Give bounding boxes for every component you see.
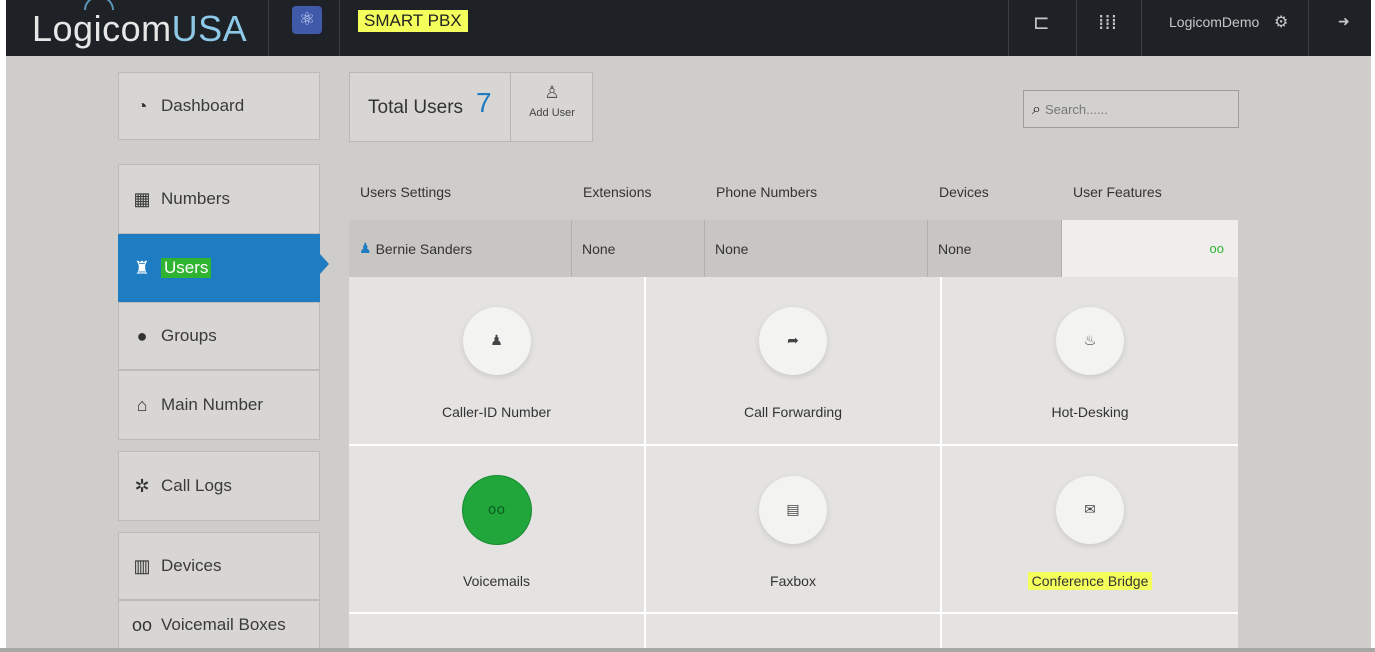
- sidebar-item-dashboard[interactable]: ◔ Dashboard: [118, 72, 320, 140]
- add-user-label: Add User: [529, 107, 575, 119]
- bottom-strip: [0, 648, 1375, 652]
- divider: [1141, 0, 1142, 56]
- total-users-count: 7: [476, 87, 492, 118]
- divider: [339, 0, 340, 56]
- user-features-cell[interactable]: oo: [1062, 220, 1238, 277]
- sidebar-item-numbers[interactable]: ▦ Numbers: [118, 164, 320, 234]
- feature-label: Hot-Desking: [1051, 404, 1129, 420]
- home-icon: ⌂: [136, 394, 148, 415]
- user-name-cell[interactable]: ♟ Bernie Sanders: [349, 220, 572, 277]
- feature-tile-voicemails[interactable]: oo Voicemails: [349, 446, 644, 612]
- feature-tile-conference-bridge[interactable]: ✉ Conference Bridge: [942, 446, 1238, 612]
- app-title: SMART PBX: [358, 10, 468, 32]
- column-header-extensions: Extensions: [583, 184, 652, 200]
- add-user-button[interactable]: ♙ Add User: [510, 73, 593, 141]
- atom-icon[interactable]: ⚛: [292, 6, 322, 34]
- share-arrow-icon: ➦: [759, 307, 827, 375]
- column-header-devices: Devices: [939, 184, 989, 200]
- main-area: ◔ Dashboard ▦ Numbers ♜ Users ● Groups ⌂…: [6, 56, 1371, 650]
- fire-icon: ♨: [1056, 307, 1124, 375]
- table-row[interactable]: ♟ Bernie Sanders None None None oo: [349, 220, 1238, 277]
- groups-icon: ●: [136, 325, 148, 346]
- voicemail-icon: oo: [462, 476, 531, 544]
- chat-icon: ✉: [1056, 476, 1124, 544]
- voicemail-icon: oo: [131, 614, 153, 635]
- divider: [1076, 0, 1077, 56]
- column-header-user-features: User Features: [1073, 184, 1162, 200]
- feature-label-highlight: Conference Bridge: [1027, 572, 1153, 590]
- sidebar-item-label: Devices: [161, 556, 222, 575]
- feature-label: Voicemails: [463, 573, 530, 589]
- sidebar-item-label: Voicemail Boxes: [161, 615, 286, 634]
- logout-icon[interactable]: ➜: [1338, 14, 1350, 30]
- search-icon: ⌕: [1032, 99, 1041, 118]
- grid-icon: ▦: [133, 188, 151, 209]
- feature-label: Call Forwarding: [743, 404, 843, 420]
- sidebar-item-label: Dashboard: [161, 96, 245, 115]
- logo-main-text: Logicom: [32, 8, 172, 49]
- feature-grid: ♟ Caller-ID Number ➦ Call Forwarding ♨ H…: [349, 277, 1238, 650]
- divider: [1308, 0, 1309, 56]
- sidebar-item-label: Main Number: [161, 395, 264, 414]
- divider: [1008, 0, 1009, 56]
- feature-tile-call-forwarding[interactable]: ➦ Call Forwarding: [646, 277, 940, 444]
- user-icon: ♟: [359, 240, 372, 256]
- sidebar-item-label: Groups: [161, 326, 217, 345]
- column-header-phone-numbers: Phone Numbers: [716, 184, 818, 200]
- sidebar-item-devices[interactable]: ▥ Devices: [118, 532, 320, 600]
- dashboard-icon: ◔: [136, 95, 148, 116]
- sidebar-item-label: Numbers: [161, 189, 230, 208]
- feature-tile-partial[interactable]: [942, 614, 1238, 650]
- divider: [268, 0, 269, 56]
- phone-numbers-cell[interactable]: None: [705, 220, 928, 277]
- user-name: Bernie Sanders: [375, 240, 473, 257]
- search-box[interactable]: ⌕: [1023, 90, 1239, 128]
- devices-icon: ▥: [133, 555, 151, 576]
- apps-grid-icon[interactable]: ⁞⁞⁞: [1098, 10, 1117, 34]
- column-header-users-settings: Users Settings: [360, 184, 452, 200]
- fax-icon: ▤: [759, 476, 827, 544]
- sidebar-item-users[interactable]: ♜ Users: [118, 234, 320, 302]
- voicemail-icon: oo: [1209, 241, 1224, 256]
- feature-tile-hot-desking[interactable]: ♨ Hot-Desking: [942, 277, 1238, 444]
- sidebar-item-groups[interactable]: ● Groups: [118, 302, 320, 370]
- sidebar-item-label: Call Logs: [161, 476, 232, 495]
- active-arrow: [320, 254, 329, 274]
- feature-tile-partial[interactable]: [646, 614, 940, 650]
- total-users-panel: Total Users 7 ♙ Add User: [349, 72, 593, 142]
- call-logs-icon: ✲: [134, 475, 150, 496]
- feature-label: Conference Bridge: [942, 572, 1238, 590]
- search-input[interactable]: [1044, 101, 1225, 117]
- top-bar: LogicomUSA ⚛ SMART PBX ⊏ ⁞⁞⁞ LogicomDemo…: [6, 0, 1371, 56]
- sidebar-item-voicemail-boxes[interactable]: oo Voicemail Boxes: [118, 600, 320, 650]
- user-icon: ♟: [462, 307, 531, 375]
- feature-tile-faxbox[interactable]: ▤ Faxbox: [646, 446, 940, 612]
- username[interactable]: LogicomDemo: [1169, 14, 1259, 30]
- sidebar-item-main-number[interactable]: ⌂ Main Number: [118, 370, 320, 440]
- extensions-cell[interactable]: None: [572, 220, 705, 277]
- total-users-label: Total Users: [368, 97, 464, 118]
- feature-tile-caller-id[interactable]: ♟ Caller-ID Number: [349, 277, 644, 444]
- sidebar-item-call-logs[interactable]: ✲ Call Logs: [118, 451, 320, 521]
- feature-label: Caller-ID Number: [442, 404, 551, 420]
- logo[interactable]: LogicomUSA: [32, 8, 247, 50]
- sitemap-icon[interactable]: ⊏: [1033, 10, 1050, 34]
- add-user-icon: ♙: [544, 83, 560, 103]
- feature-label: Faxbox: [770, 573, 816, 589]
- sidebar-item-label: Users: [161, 258, 212, 278]
- feature-tile-partial[interactable]: [349, 614, 644, 650]
- gears-icon[interactable]: ⚙: [1274, 12, 1288, 31]
- logo-accent-text: USA: [171, 8, 248, 49]
- users-icon: ♜: [133, 257, 151, 278]
- devices-cell[interactable]: None: [928, 220, 1062, 277]
